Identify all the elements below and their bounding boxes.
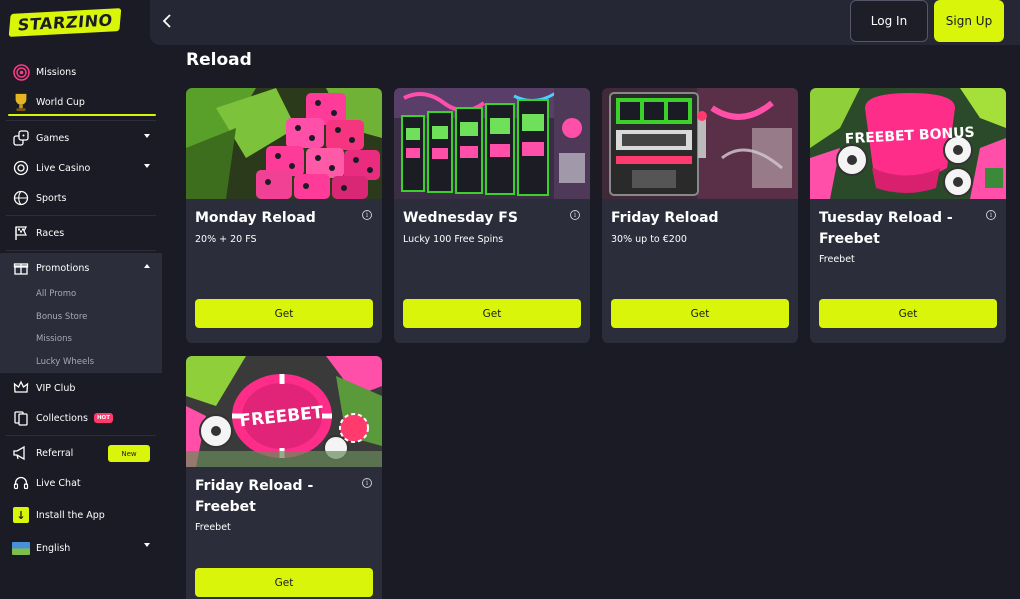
get-button[interactable]: Get xyxy=(611,299,789,328)
chevron-up-icon xyxy=(144,264,150,268)
sidebar-item-label: Missions xyxy=(36,66,77,78)
promo-subtitle: 20% + 20 FS xyxy=(195,234,257,245)
info-icon[interactable]: i xyxy=(362,478,372,488)
sidebar-item-vip-club[interactable]: VIP Club xyxy=(0,373,162,403)
promo-image-dice xyxy=(186,88,382,199)
chevron-down-icon xyxy=(144,134,150,138)
sidebar-item-world-cup[interactable]: World Cup xyxy=(0,86,162,118)
target-icon xyxy=(12,63,30,81)
info-icon[interactable]: i xyxy=(362,210,372,220)
cards-icon xyxy=(12,409,30,427)
sidebar-item-install-app[interactable]: ↓ Install the App xyxy=(0,498,162,532)
promo-subtitle: Freebet xyxy=(819,254,855,265)
chevron-down-icon xyxy=(144,543,150,547)
get-button[interactable]: Get xyxy=(195,568,373,597)
promo-image-freebet-chip: FREEBET xyxy=(186,356,382,467)
divider xyxy=(6,435,156,436)
sidebar-item-label: Races xyxy=(36,227,65,239)
back-arrow-icon[interactable] xyxy=(158,12,176,30)
promo-title: Monday Reload xyxy=(195,210,316,226)
sidebar-item-missions[interactable]: Missions xyxy=(0,58,162,86)
sidebar-item-label: Games xyxy=(36,132,70,144)
world-cup-underline xyxy=(8,114,156,116)
sidebar-item-language[interactable]: English xyxy=(0,532,162,564)
promo-card-monday-reload[interactable]: Monday Reload i 20% + 20 FS Get xyxy=(186,88,382,343)
section-title: Reload xyxy=(186,50,252,70)
get-button[interactable]: Get xyxy=(403,299,581,328)
language-flag-icon xyxy=(12,539,30,557)
login-button[interactable]: Log In xyxy=(850,0,928,42)
brand-logo[interactable]: STARZINO xyxy=(8,7,122,37)
new-badge: New xyxy=(108,445,150,462)
sidebar-item-label: Promotions xyxy=(36,262,90,274)
promo-title: Friday Reload xyxy=(611,210,719,226)
promo-sub-all-promo[interactable]: All Promo xyxy=(0,283,162,306)
sidebar-item-label: Referral xyxy=(36,447,74,459)
sidebar-item-label: World Cup xyxy=(36,96,85,108)
sidebar-item-games[interactable]: Games xyxy=(0,123,162,153)
chip-icon xyxy=(12,159,30,177)
promo-card-tuesday-reload-freebet[interactable]: FREEBET BONUS Tuesday Reload - Freebet i… xyxy=(810,88,1006,343)
promo-image-slot-machine xyxy=(602,88,798,199)
sidebar-nav: Missions World Cup Games Live Casino Spo… xyxy=(0,58,162,564)
sidebar-item-label: English xyxy=(36,542,71,554)
promo-subtitle: 30% up to €200 xyxy=(611,234,687,245)
promo-sub-missions[interactable]: Missions xyxy=(0,328,162,351)
dice-icon xyxy=(12,129,30,147)
sidebar-item-label: Live Casino xyxy=(36,162,91,174)
promo-subtitle: Lucky 100 Free Spins xyxy=(403,234,504,245)
promo-title: Wednesday FS xyxy=(403,210,518,226)
flag-icon xyxy=(12,224,30,242)
ball-icon xyxy=(12,189,30,207)
promo-card-wednesday-fs[interactable]: Wednesday FS i Lucky 100 Free Spins Get xyxy=(394,88,590,343)
divider xyxy=(6,215,156,216)
crown-icon xyxy=(12,379,30,397)
megaphone-icon xyxy=(12,444,30,462)
sidebar-item-label: Live Chat xyxy=(36,477,81,489)
promo-sub-bonus-store[interactable]: Bonus Store xyxy=(0,306,162,329)
sidebar: STARZINO Missions World Cup Games Live C… xyxy=(0,0,168,599)
sidebar-item-sports[interactable]: Sports xyxy=(0,183,162,213)
sidebar-item-label: VIP Club xyxy=(36,382,76,394)
get-button[interactable]: Get xyxy=(195,299,373,328)
signup-button[interactable]: Sign Up xyxy=(934,0,1004,42)
logo-text: STARZINO xyxy=(8,7,122,37)
download-icon: ↓ xyxy=(12,506,30,524)
sidebar-item-promotions[interactable]: Promotions xyxy=(0,253,162,283)
sidebar-item-label: Sports xyxy=(36,192,67,204)
info-icon[interactable]: i xyxy=(570,210,580,220)
get-button[interactable]: Get xyxy=(819,299,997,328)
headset-icon xyxy=(12,474,30,492)
top-bar: Log In Sign Up xyxy=(150,0,1020,45)
promotions-group: Promotions All Promo Bonus Store Mission… xyxy=(0,253,162,373)
promo-title: Friday Reload - Freebet xyxy=(195,478,314,515)
gift-icon xyxy=(12,259,30,277)
sidebar-item-races[interactable]: Races xyxy=(0,218,162,248)
info-icon[interactable]: i xyxy=(986,210,996,220)
promo-title: Tuesday Reload - Freebet xyxy=(819,210,953,247)
sidebar-item-live-chat[interactable]: Live Chat xyxy=(0,468,162,498)
promo-sub-lucky-wheels[interactable]: Lucky Wheels xyxy=(0,351,162,374)
sidebar-item-collections[interactable]: Collections HOT xyxy=(0,403,162,433)
sidebar-item-label: Install the App xyxy=(36,509,105,521)
promo-card-friday-reload-freebet[interactable]: FREEBET Friday Reload - Freebet i Freebe… xyxy=(186,356,382,599)
divider xyxy=(6,120,156,121)
sidebar-item-live-casino[interactable]: Live Casino xyxy=(0,153,162,183)
promo-image-slots xyxy=(394,88,590,199)
sidebar-item-referral[interactable]: Referral New xyxy=(0,438,162,468)
promo-card-friday-reload[interactable]: Friday Reload 30% up to €200 Get xyxy=(602,88,798,343)
chevron-down-icon xyxy=(144,164,150,168)
hot-badge: HOT xyxy=(93,413,113,423)
promo-subtitle: Freebet xyxy=(195,522,231,533)
sidebar-item-label: Collections xyxy=(36,412,88,424)
trophy-icon xyxy=(12,93,30,111)
divider xyxy=(6,250,156,251)
promo-image-freebet-bonus: FREEBET BONUS xyxy=(810,88,1006,199)
